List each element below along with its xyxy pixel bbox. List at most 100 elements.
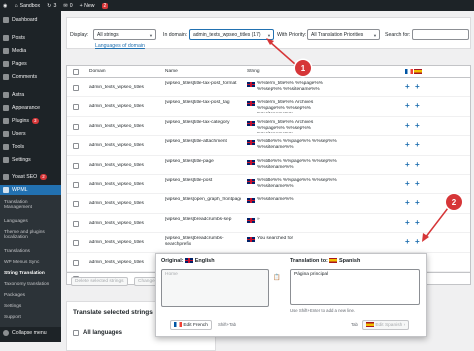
menu-users[interactable]: Users [0,131,61,137]
add-spanish-translation-icon[interactable]: + [415,199,420,207]
domain-select[interactable]: admin_texts_wpseo_titles (17) ▼ [189,29,274,40]
search-input[interactable] [412,29,469,40]
spanish-flag-icon [414,69,422,74]
add-spanish-translation-icon[interactable]: + [415,160,420,169]
table-row: admin_texts_wpseo_titles [wpseo_titles]ti… [67,156,470,175]
appearance-icon [3,105,9,111]
add-french-translation-icon[interactable]: + [405,199,410,207]
row-name: [wpseo_titles]title-tax-post_format [165,81,237,86]
add-spanish-translation-icon[interactable]: + [415,238,420,246]
add-spanish-translation-icon[interactable]: + [415,102,420,110]
comments-count: 0 [69,2,73,9]
edit-spanish-button[interactable]: Edit Spanish › [362,320,410,330]
add-spanish-translation-icon[interactable]: + [415,83,420,91]
menu-label: WPML [12,187,28,193]
menu-pages[interactable]: Pages [0,61,61,67]
row-domain: admin_texts_wpseo_titles [89,85,144,90]
row-domain: admin_texts_wpseo_titles [89,240,144,246]
row-checkbox[interactable] [73,182,79,188]
posts-icon [3,35,9,41]
wordpress-logo-icon[interactable]: ◉ [3,3,8,9]
menu-astra[interactable]: Astra [0,92,61,98]
submenu-wp-menus-sync[interactable]: WP Menus Sync [4,260,39,265]
row-checkbox[interactable] [73,201,79,208]
add-spanish-translation-icon[interactable]: + [415,218,420,227]
tools-icon [3,144,9,150]
row-checkbox[interactable] [73,162,79,169]
row-checkbox[interactable] [73,123,79,130]
translation-popup: Original: English Home 📋 Translation to:… [155,253,427,337]
users-icon [3,131,9,137]
row-checkbox[interactable] [73,143,79,150]
languages-of-domain-link[interactable]: Languages of domain [95,43,145,49]
menu-comments[interactable]: Comments [0,74,61,80]
row-domain: admin_texts_wpseo_titles [89,259,144,265]
priority-label: With Priority: [277,32,307,38]
menu-yoast[interactable]: Yoast SEO 2 [0,174,61,180]
collapse-menu-button[interactable]: Collapse menu [0,330,61,336]
add-spanish-translation-icon[interactable]: + [415,141,420,149]
add-french-translation-icon[interactable]: + [405,83,410,91]
row-checkbox[interactable] [73,240,79,247]
add-french-translation-icon[interactable]: + [405,218,410,227]
row-checkbox[interactable] [73,85,79,91]
translation-label: Translation to: Spanish [290,258,361,264]
display-select[interactable]: All strings ▼ [93,29,156,40]
translation-textarea[interactable]: Página principal [290,269,420,305]
submenu-support[interactable]: Support [4,315,21,320]
row-domain: admin_texts_wpseo_titles [89,123,144,129]
header-string[interactable]: String [247,69,260,74]
row-string: You searched for [257,236,294,242]
add-french-translation-icon[interactable]: + [405,121,410,130]
menu-media[interactable]: Media [0,48,61,54]
menu-settings[interactable]: Settings [0,157,61,163]
add-spanish-translation-icon[interactable]: + [415,180,420,188]
submenu-settings[interactable]: Settings [4,304,21,309]
submenu-languages[interactable]: Languages [4,219,28,224]
yoast-notifications[interactable]: 2 [101,2,109,9]
table-row: admin_texts_wpseo_titles [wpseo_titles]ti… [67,117,470,137]
add-french-translation-icon[interactable]: + [405,180,410,188]
submenu-translation-management[interactable]: Translation Management [4,200,32,210]
row-name: [wpseo_titles]title-post [165,178,213,183]
add-french-translation-icon[interactable]: + [405,141,410,149]
copy-original-icon[interactable]: 📋 [273,274,280,281]
comments-link[interactable]: ✉ 0 [63,3,72,9]
updates-link[interactable]: ↻ 3 [47,3,56,9]
submenu-string-translation[interactable]: String Translation [4,271,45,276]
header-domain[interactable]: Domain [89,69,106,74]
submenu-packages[interactable]: Packages [4,293,25,298]
menu-label: Appearance [12,105,40,111]
menu-label: Astra [12,92,25,98]
all-languages-checkbox[interactable] [73,330,79,336]
menu-wpml[interactable]: WPML [0,185,61,195]
priority-select[interactable]: All Translation Priorities ▼ [307,29,380,40]
display-value: All strings [97,31,119,38]
menu-plugins[interactable]: Plugins 3 [0,118,61,124]
row-name: [wpseo_titles]open_graph_frontpage_title [165,197,241,203]
delete-selected-button[interactable]: Delete selected strings [71,277,128,286]
all-languages-label: All languages [83,330,123,336]
menu-label: Comments [12,74,38,80]
menu-dashboard[interactable]: Dashboard [0,17,61,23]
submenu-theme-plugins-localization[interactable]: Theme and plugins localization [4,230,45,240]
submenu-taxonomy-translation[interactable]: Taxonomy translation [4,282,49,287]
add-french-translation-icon[interactable]: + [405,102,410,110]
shift-tab-hint: Shift+Tab [218,322,237,327]
site-name-link[interactable]: ⌂ Sandbox [15,3,41,9]
add-spanish-translation-icon[interactable]: + [415,121,420,130]
header-name[interactable]: Name [165,69,178,74]
menu-tools[interactable]: Tools [0,144,61,150]
edit-french-button[interactable]: Edit French [170,320,212,330]
new-content-link[interactable]: + New [80,3,95,9]
spanish-flag-icon [329,258,338,264]
add-french-translation-icon[interactable]: + [405,238,410,246]
select-all-checkbox[interactable] [73,69,79,75]
add-french-translation-icon[interactable]: + [405,160,410,169]
submenu-translations[interactable]: Translations [4,249,30,254]
row-checkbox[interactable] [73,220,79,227]
menu-appearance[interactable]: Appearance [0,105,61,111]
menu-posts[interactable]: Posts [0,35,61,41]
row-checkbox[interactable] [73,259,79,266]
row-checkbox[interactable] [73,104,79,111]
